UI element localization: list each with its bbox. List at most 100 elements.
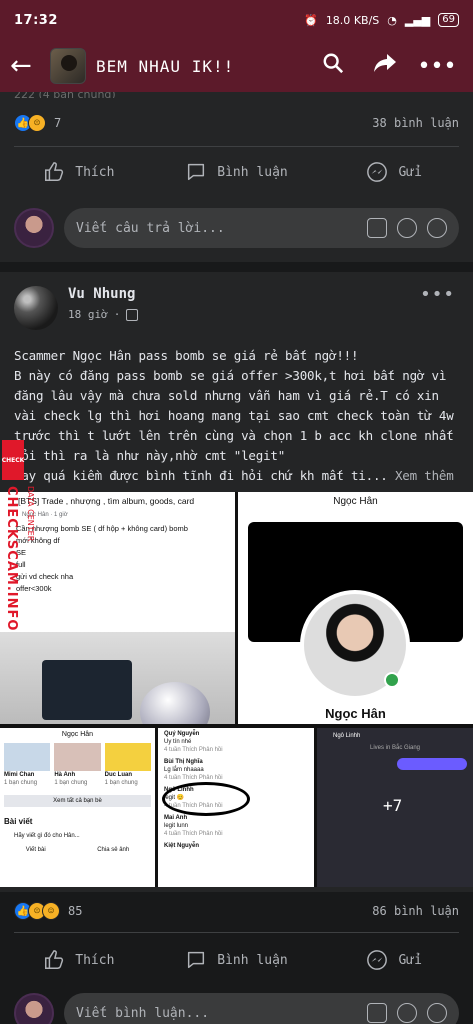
photo-caption: Cần nhượng bomb SE ( df hộp + không card… xyxy=(16,524,188,593)
post-meta: 18 giờ · xyxy=(68,308,139,321)
messenger-icon xyxy=(367,950,388,970)
feed-separator xyxy=(0,262,473,272)
photo-5[interactable]: Ngô Linhh Lives in Bắc Giang +7 xyxy=(317,728,473,887)
author-avatar[interactable] xyxy=(14,286,58,330)
reaction-summary[interactable]: 👍 ☹ 7 xyxy=(14,114,61,132)
status-bar: 17:32 ⏰ 18.0 KB/S ◔ ▂▄▆ 69 xyxy=(0,0,473,40)
my-avatar[interactable] xyxy=(14,208,54,248)
alarm-icon: ⏰ xyxy=(304,13,318,27)
back-arrow-icon[interactable]: ← xyxy=(10,51,50,81)
comment-item: Mai Anh legit lunn 4 tuần Thích Phản hồi xyxy=(164,815,223,837)
send-label: Gửi xyxy=(398,952,422,968)
chat-place: Lives in Bắc Giang xyxy=(369,745,421,751)
photo-1[interactable]: [BTS] Trade , nhượng , tìm album, goods,… xyxy=(0,492,235,724)
post-more-icon[interactable]: ••• xyxy=(420,284,455,305)
see-all-friends: Xem tất cả bạn bè xyxy=(4,795,151,807)
album-box xyxy=(42,660,132,720)
cut-text: 222 (4 bạn chung) xyxy=(14,92,116,98)
send-label: Gửi xyxy=(398,164,422,180)
friend-item: Hà Anh 1 bạn chung xyxy=(54,743,101,787)
friends-list: Mimi Chan 1 bạn chung Hà Anh 1 bạn chung D… xyxy=(0,741,155,789)
share-icon[interactable] xyxy=(359,52,411,80)
emoji-icon[interactable] xyxy=(397,1003,417,1023)
checkscam-watermark: CHECK CHECKSCAM.INFO xyxy=(2,440,24,660)
see-more-link[interactable]: Xem thêm xyxy=(395,468,454,483)
more-options-icon[interactable]: ••• xyxy=(411,54,463,79)
haha-reaction-icon: ☺ xyxy=(42,902,60,920)
watermark-site: CHECKSCAM.INFO xyxy=(4,486,19,632)
profile-name: Ngọc Hân xyxy=(325,706,386,721)
net-speed: 18.0 KB/S xyxy=(325,13,380,27)
post-actions: Thích Bình luận Gửi xyxy=(0,940,473,980)
reaction-count: 7 xyxy=(54,116,62,130)
messenger-icon xyxy=(367,162,388,182)
comment-item: Bùi Thị Nghĩa Lg lắm nhaaaa 4 tuần Thích P… xyxy=(164,759,223,781)
comment-placeholder: Viết bình luận... xyxy=(76,1005,210,1021)
divider xyxy=(14,932,459,933)
sticker-icon[interactable] xyxy=(427,218,447,238)
status-time: 17:32 xyxy=(14,12,58,28)
photo-3[interactable]: Ngọc Hân Mimi Chan 1 bạn chung Hà Anh 1 bạ… xyxy=(0,728,155,887)
profile-top-name: Ngọc Hân xyxy=(333,496,378,507)
battery-indicator: 69 xyxy=(438,13,459,27)
photo-group-name: [BTS] Trade , nhượng , tìm album, goods,… xyxy=(18,496,195,506)
like-button[interactable]: Thích xyxy=(0,940,158,980)
photo-grid: [BTS] Trade , nhượng , tìm album, goods,… xyxy=(0,492,473,887)
signal-icon: ▂▄▆ xyxy=(404,13,431,27)
comment-label: Bình luận xyxy=(217,164,288,180)
search-icon[interactable] xyxy=(307,52,359,80)
reply-input[interactable]: Viết câu trả lời... xyxy=(64,208,459,248)
my-avatar[interactable] xyxy=(14,993,54,1024)
comment-label: Bình luận xyxy=(217,952,288,968)
highlight-circle xyxy=(162,782,250,816)
camera-icon[interactable] xyxy=(367,1003,387,1023)
like-button[interactable]: Thích xyxy=(0,152,158,192)
like-icon xyxy=(45,162,64,181)
comment-item: Quý Nguyễn Uy tín nhé 4 tuần Thích Phản hồ… xyxy=(164,731,223,753)
chat-bubble xyxy=(397,758,467,770)
page-title: BEM NHAU IK!! xyxy=(96,56,235,76)
photo-user: Ngọc Hân · 1 giờ xyxy=(22,512,68,518)
reply-placeholder: Viết câu trả lời... xyxy=(76,220,225,236)
friend-item: Duc Luan 1 bạn chung xyxy=(104,743,151,787)
reaction-summary[interactable]: 👍 ☹ ☺ 85 xyxy=(14,902,82,920)
watermark-badge: CHECK xyxy=(2,440,24,480)
app-bar: ← BEM NHAU IK!! ••• xyxy=(0,40,473,92)
group-avatar[interactable] xyxy=(50,48,86,84)
profile-title: Ngọc Hân xyxy=(61,731,94,738)
photo-4[interactable]: Quý Nguyễn Uy tín nhé 4 tuần Thích Phản hồ… xyxy=(158,728,314,887)
comment-icon xyxy=(188,163,205,181)
more-photos-count: +7 xyxy=(383,796,403,815)
author-name[interactable]: Vu Nhung xyxy=(68,286,135,302)
comment-input[interactable]: Viết bình luận... xyxy=(64,993,459,1024)
post-body[interactable]: Scammer Ngọc Hân pass bomb se giá rẻ bất… xyxy=(14,346,462,486)
comment-composer: Viết bình luận... xyxy=(14,990,459,1024)
divider xyxy=(14,146,459,147)
like-label: Thích xyxy=(75,952,115,968)
post-time[interactable]: 18 giờ xyxy=(68,308,108,321)
sad-reaction-icon: ☹ xyxy=(28,114,46,132)
sticker-icon[interactable] xyxy=(427,1003,447,1023)
comment-icon xyxy=(188,951,205,969)
post-text: Scammer Ngọc Hân pass bomb se giá rẻ bất… xyxy=(14,348,454,483)
compose-prompt: Hãy viết gì đó cho Hân... xyxy=(14,833,80,839)
photo-2[interactable]: Ngọc Hân Ngọc Hân xyxy=(238,492,473,724)
emoji-icon[interactable] xyxy=(397,218,417,238)
like-icon xyxy=(45,950,64,969)
comment-item: Kiệt Nguyễn xyxy=(164,843,200,849)
share-photo: Chia sẻ ảnh xyxy=(97,847,130,853)
send-button[interactable]: Gửi xyxy=(315,940,473,980)
status-icons: ⏰ 18.0 KB/S ◔ ▂▄▆ 69 xyxy=(304,13,459,27)
comment-button[interactable]: Bình luận xyxy=(158,940,316,980)
reply-composer: Viết câu trả lời... xyxy=(14,205,459,251)
camera-icon[interactable] xyxy=(367,218,387,238)
watermark-sub: DATA CENTER xyxy=(26,486,35,542)
comment-button[interactable]: Bình luận xyxy=(158,152,316,192)
comment-count[interactable]: 38 bình luận xyxy=(372,116,459,130)
group-privacy-icon xyxy=(126,308,139,321)
chat-name: Ngô Linhh xyxy=(333,733,361,739)
wifi-icon: ◔ xyxy=(387,13,397,27)
comment-count[interactable]: 86 bình luận xyxy=(372,904,459,918)
send-button[interactable]: Gửi xyxy=(315,152,473,192)
posts-label: Bài viết xyxy=(4,817,33,826)
